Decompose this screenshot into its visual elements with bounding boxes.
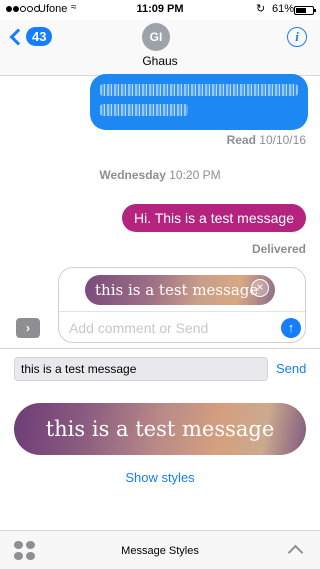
divider [0, 348, 320, 349]
contact-name[interactable]: Ghaus [0, 54, 320, 68]
battery-icon [294, 6, 316, 15]
close-icon[interactable]: × [251, 279, 269, 297]
show-styles-link[interactable]: Show styles [0, 470, 320, 485]
rotation-lock-icon: ↻ [256, 3, 266, 15]
comment-input-placeholder[interactable]: Add comment or Send [69, 320, 208, 336]
app-drawer-bar: Message Styles [0, 530, 320, 569]
battery-percent: 61% [272, 3, 295, 15]
status-bar: Ufone ≈ 11:09 PM ↻ 61% [0, 0, 320, 20]
info-icon[interactable]: i [287, 27, 307, 47]
arrow-up-icon[interactable]: ↑ [281, 318, 301, 338]
styled-message-preview[interactable]: this is a test message [14, 403, 306, 455]
conversation-header: 43 GI Ghaus i [0, 20, 320, 76]
compose-box[interactable]: this is a test message Add comment or Se… [58, 267, 306, 343]
contact-avatar[interactable]: GI [142, 23, 170, 51]
sent-message-bubble[interactable]: Hi. This is a test message [121, 204, 306, 232]
date-separator: Wednesday 10:20 PM [99, 168, 221, 182]
app-title: Message Styles [121, 545, 199, 557]
send-button[interactable]: Send [276, 361, 306, 376]
chevron-right-icon[interactable]: › [16, 318, 40, 338]
styled-message-attachment[interactable]: this is a test message [85, 275, 275, 305]
read-receipt: Read 10/10/16 [226, 133, 306, 147]
chevron-left-icon [9, 28, 27, 45]
redacted-message-bubble[interactable] [90, 74, 308, 130]
unread-count-badge: 43 [26, 27, 53, 46]
message-style-input[interactable]: this is a test message [14, 357, 268, 381]
back-button[interactable]: 43 [9, 27, 53, 46]
delivered-status: Delivered [251, 242, 306, 256]
